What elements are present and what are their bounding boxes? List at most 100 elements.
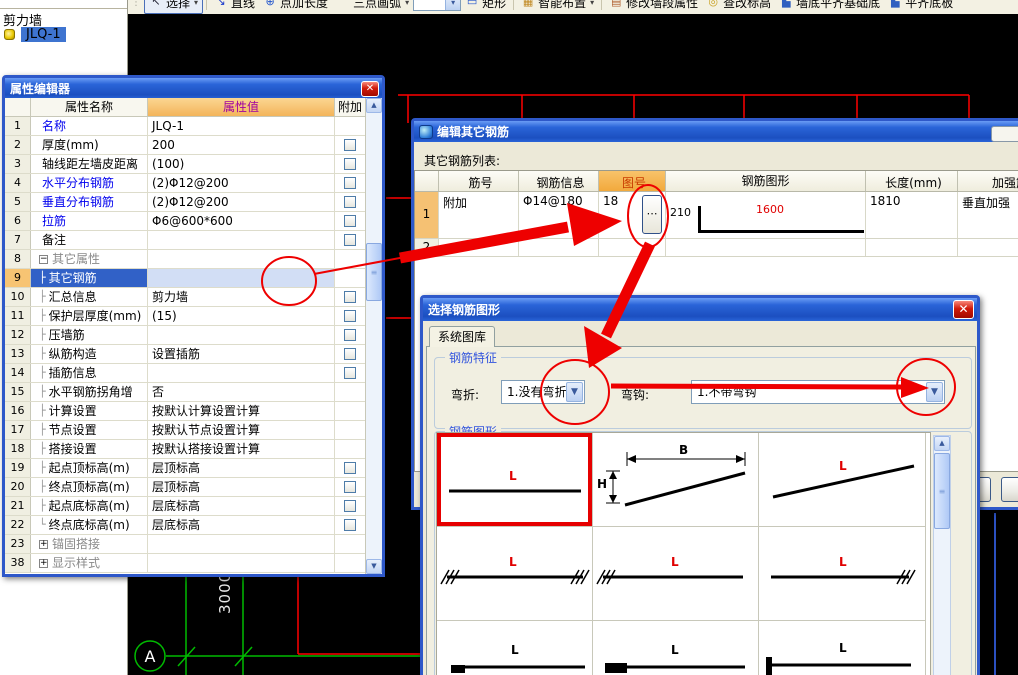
toolbar-point-length-button[interactable]: 点加长度 xyxy=(259,0,332,13)
checkbox[interactable] xyxy=(344,196,356,208)
hook-dropdown[interactable]: 1.不带弯钩 ▼ xyxy=(691,380,945,404)
checkbox[interactable] xyxy=(344,481,356,493)
rebar-row-2[interactable]: 2 xyxy=(415,239,1018,257)
checkbox[interactable] xyxy=(344,291,356,303)
checkbox[interactable] xyxy=(344,348,356,360)
property-row[interactable]: 17 ├ 节点设置 按默认节点设置计算 xyxy=(5,421,365,440)
shape-cell-slope[interactable]: L xyxy=(759,433,926,527)
strengthen-cell[interactable]: 垂直加强 xyxy=(958,192,1018,238)
shape-cell-hatch-left[interactable]: L xyxy=(593,527,759,621)
shape-cell-anchor-2[interactable]: L xyxy=(593,621,759,675)
property-row[interactable]: 16 ├ 计算设置 按默认计算设置计算 xyxy=(5,402,365,421)
figure-picker-button[interactable]: ⋯ xyxy=(642,195,662,234)
scrollbar-thumb[interactable]: ≡ xyxy=(934,453,950,529)
toolbar-rectangle-button[interactable]: 矩形 xyxy=(461,0,510,13)
shape-cell-hatch-both[interactable]: L xyxy=(437,527,593,621)
toolbar-select-button[interactable]: 选择▾ xyxy=(144,0,204,14)
select-shape-titlebar[interactable]: 选择钢筋图形 ✕ xyxy=(423,298,977,321)
checkbox[interactable] xyxy=(344,158,356,170)
shape-grid-scrollbar[interactable]: ▲ ≡ xyxy=(933,435,951,675)
edit-rebar-titlebar[interactable]: 编辑其它钢筋 xyxy=(414,121,1018,142)
property-row[interactable]: 18 ├ 搭接设置 按默认搭接设置计算 xyxy=(5,440,365,459)
rebar-row-1[interactable]: 1 附加 Φ14@180 18 ⋯ 210 1600 1810 垂直加强 xyxy=(415,192,1018,239)
line-icon xyxy=(214,0,228,9)
property-row[interactable]: 21 ├ 起点底标高(m) 层底标高 xyxy=(5,497,365,516)
property-row[interactable]: 23 + 锚固搭接 xyxy=(5,535,365,554)
toolbar-wall-prop-button[interactable]: 修改墙段属性 xyxy=(605,0,702,13)
checkbox[interactable] xyxy=(344,310,356,322)
dialog-icon xyxy=(419,124,433,139)
close-icon[interactable]: ✕ xyxy=(361,80,379,97)
property-row[interactable]: 19 ├ 起点顶标高(m) 层顶标高 xyxy=(5,459,365,478)
scroll-up-arrow[interactable]: ▲ xyxy=(366,98,382,113)
property-row[interactable]: 8− 其它属性 xyxy=(5,250,365,269)
tab-system-library[interactable]: 系统图库 xyxy=(429,326,495,347)
toolbar-flush-foundation-button[interactable]: 墙底平齐基础底 xyxy=(775,0,884,13)
shape-cell-anchor-1[interactable]: L xyxy=(437,621,593,675)
toolbar-combobox[interactable]: ▾ xyxy=(413,0,462,11)
property-row[interactable]: 12 ├ 压墙筋 xyxy=(5,326,365,345)
tree-item-jlq1[interactable]: JLQ-1 xyxy=(4,27,66,42)
chevron-down-icon[interactable]: ▾ xyxy=(445,0,461,10)
property-row[interactable]: 38 + 显示样式 xyxy=(5,554,365,573)
checkbox[interactable] xyxy=(344,215,356,227)
bar-no-cell[interactable]: 附加 xyxy=(439,192,519,238)
length-cell[interactable]: 1810 xyxy=(866,192,958,238)
checkbox[interactable] xyxy=(344,367,356,379)
shape-cell-slope-bh[interactable]: B H xyxy=(593,433,759,527)
property-row[interactable]: 22 └ 终点底标高(m) 层底标高 xyxy=(5,516,365,535)
length-cell[interactable] xyxy=(866,239,958,256)
toolbar-flush-slab-button[interactable]: 平齐底板 xyxy=(884,0,957,13)
toolbar-line-button[interactable]: 直线 xyxy=(210,0,259,13)
chevron-down-icon[interactable]: ▼ xyxy=(566,382,583,402)
scrollbar-thumb[interactable]: ≡ xyxy=(366,243,382,301)
scroll-up-arrow[interactable]: ▲ xyxy=(934,436,950,451)
col-rebar-info: 钢筋信息 xyxy=(519,171,599,191)
titlebar-button-partial[interactable] xyxy=(991,126,1018,142)
property-row[interactable]: 4 水平分布钢筋 (2)Φ12@200 xyxy=(5,174,365,193)
property-row[interactable]: 5 垂直分布钢筋 (2)Φ12@200 xyxy=(5,193,365,212)
checkbox[interactable] xyxy=(344,177,356,189)
toolbar-elevation-button[interactable]: 查改标高 xyxy=(702,0,775,13)
scroll-down-arrow[interactable]: ▼ xyxy=(366,559,382,574)
rebar-info-cell[interactable]: Φ14@180 xyxy=(519,192,599,238)
toolbar-smart-layout-button[interactable]: 智能布置▾ xyxy=(517,0,598,13)
shape-cell-straight[interactable]: L xyxy=(437,433,593,527)
checkbox[interactable] xyxy=(344,234,356,246)
checkbox[interactable] xyxy=(344,139,356,151)
feature-group-label: 钢筋特征 xyxy=(445,349,502,366)
property-row[interactable]: 3 轴线距左墙皮距离 (100) xyxy=(5,155,365,174)
checkbox[interactable] xyxy=(344,500,356,512)
property-row[interactable]: 10 ├ 汇总信息 剪力墙 xyxy=(5,288,365,307)
figure-no-cell[interactable] xyxy=(599,239,666,256)
property-row[interactable]: 1 名称 JLQ-1 xyxy=(5,117,365,136)
rect-icon xyxy=(465,0,479,9)
property-row[interactable]: 13 ├ 纵筋构造 设置插筋 xyxy=(5,345,365,364)
checkbox[interactable] xyxy=(344,329,356,341)
dialog-button-partial[interactable] xyxy=(1001,477,1018,502)
rebar-info-cell[interactable] xyxy=(519,239,599,256)
bend-dropdown[interactable]: 1.没有弯折 ▼ xyxy=(501,380,585,404)
shape-cell-hatch-right[interactable]: L xyxy=(759,527,926,621)
property-row[interactable]: 2 厚度(mm) 200 xyxy=(5,136,365,155)
shape-cell-anchor-3[interactable]: L xyxy=(759,621,926,675)
figure-no-cell[interactable]: 18 ⋯ xyxy=(599,192,666,238)
strengthen-cell[interactable] xyxy=(958,239,1018,256)
property-row[interactable]: 20 ├ 终点顶标高(m) 层顶标高 xyxy=(5,478,365,497)
rebar-list-label: 其它钢筋列表: xyxy=(424,154,501,168)
property-row[interactable]: 11 ├ 保护层厚度(mm) (15) xyxy=(5,307,365,326)
property-row-selected[interactable]: 9 ├ 其它钢筋 xyxy=(5,269,365,288)
property-row[interactable]: 15 ├ 水平钢筋拐角增否 xyxy=(5,383,365,402)
property-row[interactable]: 7 备注 xyxy=(5,231,365,250)
tree-item-label[interactable]: JLQ-1 xyxy=(21,27,66,42)
property-row[interactable]: 14 ├ 插筋信息 xyxy=(5,364,365,383)
close-icon[interactable]: ✕ xyxy=(953,300,974,319)
toolbar-arc-button[interactable]: 三点画弧▾ xyxy=(332,0,413,13)
property-editor-titlebar[interactable]: 属性编辑器 ✕ xyxy=(5,78,382,99)
checkbox[interactable] xyxy=(344,462,356,474)
property-scrollbar[interactable]: ▲ ≡ ▼ xyxy=(365,98,382,574)
chevron-down-icon[interactable]: ▼ xyxy=(926,382,943,402)
checkbox[interactable] xyxy=(344,519,356,531)
property-row[interactable]: 6 拉筋 Φ6@600*600 xyxy=(5,212,365,231)
bar-no-cell[interactable] xyxy=(439,239,519,256)
